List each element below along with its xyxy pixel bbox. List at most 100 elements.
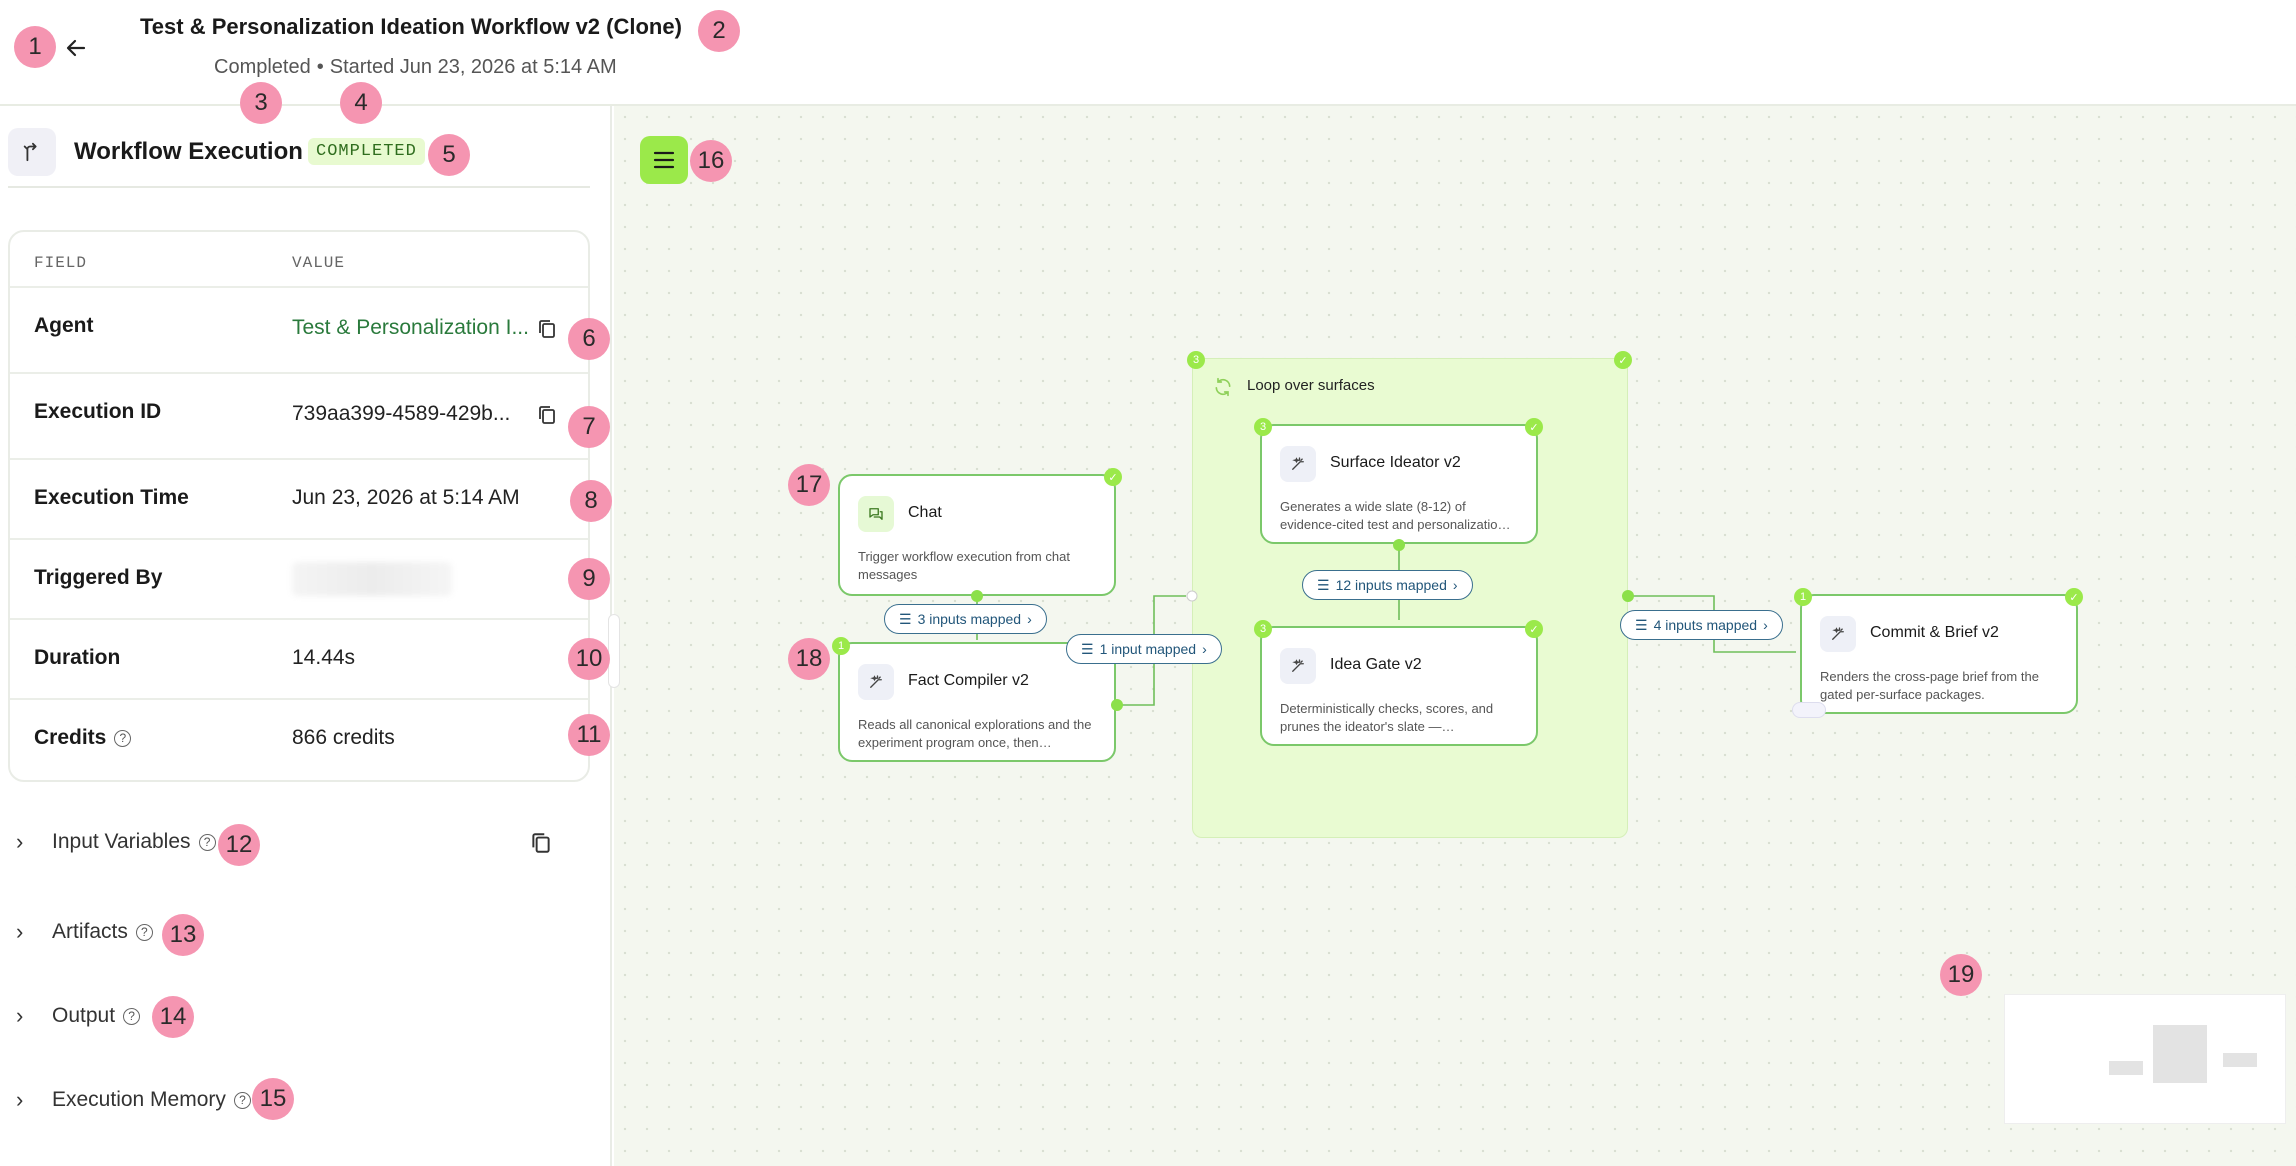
node-description: Generates a wide slate (8-12) of evidenc… bbox=[1280, 499, 1511, 532]
annotation-badge-13: 13 bbox=[162, 914, 204, 956]
agent-link[interactable]: Test & Personalization I... bbox=[292, 316, 529, 340]
copy-icon bbox=[532, 833, 550, 853]
node-count-badge: 3 bbox=[1254, 620, 1272, 638]
copy-icon bbox=[539, 320, 555, 338]
agent-wand-icon bbox=[1820, 616, 1856, 652]
field-label: Agent bbox=[34, 314, 94, 337]
copy-execution-id-button[interactable] bbox=[534, 402, 560, 428]
status-check-icon: ✓ bbox=[1614, 351, 1632, 369]
field-label: Triggered By bbox=[34, 566, 163, 589]
node-commit-brief[interactable]: Commit & Brief v2 Renders the cross-page… bbox=[1800, 594, 2078, 714]
node-count-badge: 1 bbox=[1794, 588, 1812, 606]
annotation-badge-1: 1 bbox=[14, 26, 56, 68]
node-toggle[interactable] bbox=[1792, 702, 1826, 718]
loop-title: Loop over surfaces bbox=[1247, 377, 1375, 394]
status-badge: COMPLETED bbox=[308, 138, 425, 165]
node-chat[interactable]: Chat Trigger workflow execution from cha… bbox=[838, 474, 1116, 596]
output-port[interactable] bbox=[1111, 699, 1123, 711]
arrow-left-icon bbox=[66, 39, 86, 57]
column-header-field: FIELD bbox=[34, 254, 88, 272]
annotation-badge-18: 18 bbox=[788, 638, 830, 680]
edge-mapping-fact-loop[interactable]: ☰ 1 input mapped › bbox=[1066, 634, 1222, 664]
annotation-badge-14: 14 bbox=[152, 996, 194, 1038]
annotation-badge-19: 19 bbox=[1940, 954, 1982, 996]
annotation-badge-10: 10 bbox=[568, 638, 610, 680]
node-description: Deterministically checks, scores, and pr… bbox=[1280, 701, 1494, 734]
annotation-badge-6: 6 bbox=[568, 318, 610, 360]
panel-header: Workflow Execution COMPLETED bbox=[8, 128, 590, 188]
edge-label: 4 inputs mapped bbox=[1653, 617, 1758, 633]
annotation-badge-17: 17 bbox=[788, 464, 830, 506]
help-icon[interactable]: ? bbox=[114, 730, 132, 747]
table-row-execution-time: Execution Time Jun 23, 2026 at 5:14 AM bbox=[10, 460, 588, 540]
table-header: FIELD VALUE bbox=[10, 232, 588, 288]
list-icon: ☰ bbox=[1635, 616, 1648, 633]
minimap-node bbox=[2223, 1053, 2257, 1067]
output-port[interactable] bbox=[971, 590, 983, 602]
chevron-right-icon: › bbox=[1452, 577, 1458, 593]
page-subtitle: Completed • Started Jun 23, 2026 at 5:14 A… bbox=[214, 56, 617, 79]
node-title: Surface Ideator v2 bbox=[1330, 454, 1461, 471]
annotation-badge-9: 9 bbox=[568, 558, 610, 600]
column-header-value: VALUE bbox=[292, 254, 346, 272]
node-title: Commit & Brief v2 bbox=[1870, 624, 1999, 641]
node-idea-gate[interactable]: Idea Gate v2 Deterministically checks, s… bbox=[1260, 626, 1538, 746]
workflow-icon bbox=[8, 128, 56, 176]
field-label: Execution ID bbox=[34, 400, 162, 423]
duration-value: 14.44s bbox=[292, 646, 356, 669]
chevron-right-icon: › bbox=[16, 829, 24, 854]
input-variables-toggle[interactable]: › Input Variables? bbox=[16, 822, 216, 862]
agent-wand-icon bbox=[858, 664, 894, 700]
chevron-right-icon: › bbox=[16, 1087, 24, 1112]
node-description: Reads all canonical explorations and the… bbox=[858, 717, 1092, 750]
chevron-right-icon: › bbox=[16, 919, 24, 944]
section-label: Execution Memory bbox=[52, 1088, 226, 1111]
output-port[interactable] bbox=[1622, 590, 1634, 602]
field-label: Credits bbox=[34, 726, 107, 749]
help-icon[interactable]: ? bbox=[233, 1091, 251, 1109]
node-count-badge: 1 bbox=[832, 637, 850, 655]
annotation-badge-3: 3 bbox=[240, 82, 282, 124]
edge-mapping-loop-commit[interactable]: ☰ 4 inputs mapped › bbox=[1620, 610, 1783, 640]
table-row-execution-id: Execution ID 739aa399-4589-429b... bbox=[10, 374, 588, 460]
node-description: Renders the cross-page brief from the ga… bbox=[1820, 669, 2039, 702]
help-icon[interactable]: ? bbox=[198, 833, 216, 851]
annotation-badge-11: 11 bbox=[568, 714, 610, 756]
edge-label: 1 input mapped bbox=[1099, 641, 1197, 657]
table-row-triggered-by: Triggered By bbox=[10, 540, 588, 620]
node-count-badge: 3 bbox=[1254, 418, 1272, 436]
annotation-badge-5: 5 bbox=[428, 134, 470, 176]
section-label: Output bbox=[52, 1004, 116, 1027]
status-check-icon: ✓ bbox=[1525, 418, 1543, 436]
annotation-badge-8: 8 bbox=[570, 480, 612, 522]
panel-title: Workflow Execution bbox=[74, 138, 303, 165]
edge-mapping-chat-fact[interactable]: ☰ 3 inputs mapped › bbox=[884, 604, 1047, 634]
credits-value: 866 credits bbox=[292, 726, 395, 749]
edge-label: 3 inputs mapped bbox=[917, 611, 1022, 627]
output-port[interactable] bbox=[1393, 539, 1405, 551]
agent-wand-icon bbox=[1280, 446, 1316, 482]
output-toggle[interactable]: › Output? bbox=[16, 996, 141, 1036]
minimap[interactable] bbox=[2004, 994, 2286, 1124]
menu-button[interactable] bbox=[640, 136, 688, 184]
help-icon[interactable]: ? bbox=[123, 1007, 141, 1025]
chevron-right-icon: › bbox=[1202, 641, 1207, 657]
node-title: Chat bbox=[908, 504, 942, 521]
help-icon[interactable]: ? bbox=[135, 923, 153, 941]
section-label: Input Variables bbox=[52, 830, 191, 853]
execution-memory-toggle[interactable]: › Execution Memory? bbox=[16, 1080, 251, 1120]
edge-mapping-surface-gate[interactable]: ☰ 12 inputs mapped › bbox=[1302, 570, 1473, 600]
credits-field: Credits? bbox=[34, 726, 132, 750]
copy-agent-button[interactable] bbox=[534, 316, 560, 342]
node-surface-ideator[interactable]: Surface Ideator v2 Generates a wide slat… bbox=[1260, 424, 1538, 544]
artifacts-toggle[interactable]: › Artifacts? bbox=[16, 912, 153, 952]
edge-label: 12 inputs mapped bbox=[1335, 577, 1447, 593]
field-label: Execution Time bbox=[34, 486, 189, 509]
status-check-icon: ✓ bbox=[1525, 620, 1543, 638]
back-button[interactable] bbox=[58, 30, 94, 66]
minimap-node bbox=[2109, 1061, 2143, 1075]
node-title: Fact Compiler v2 bbox=[908, 672, 1029, 689]
copy-input-variables-button[interactable] bbox=[528, 830, 554, 856]
list-icon: ☰ bbox=[899, 610, 912, 627]
panel-resize-handle[interactable] bbox=[608, 614, 620, 688]
